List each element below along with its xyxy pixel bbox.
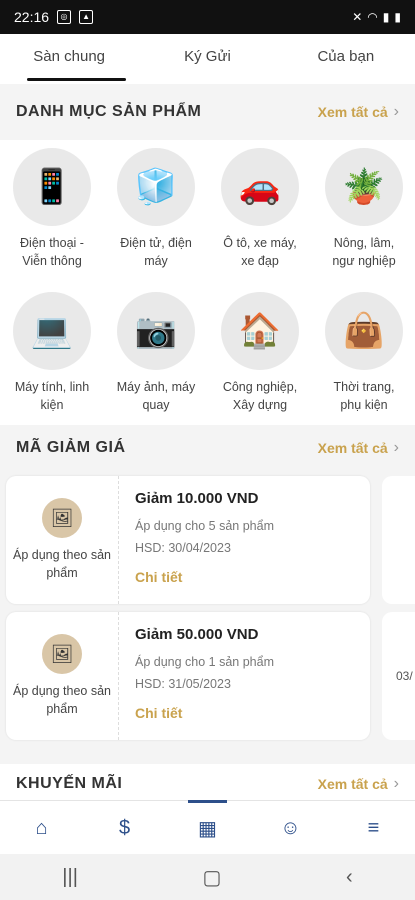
see-all-vouchers-link[interactable]: Xem tất cả ›	[318, 439, 399, 457]
promotions-header: KHUYẾN MÃI Xem tất cả ›	[0, 764, 415, 804]
category-item[interactable]: 🪴 Nông, lâm, ngư nghiệp	[312, 148, 415, 270]
tab-ky-gui[interactable]: Ký Gửi	[138, 34, 276, 84]
notification-icon: ◎	[57, 10, 72, 24]
wifi-icon: ◠	[367, 10, 378, 24]
signal-icon: ▮	[382, 10, 390, 24]
voucher-info: Giảm 50.000 VND Áp dụng cho 1 sản phẩm H…	[119, 612, 370, 740]
status-bar: 22:16 ◎ ▲ ✕ ◠ ▮ ▮	[0, 0, 415, 34]
category-item[interactable]: 📱 Điện thoại - Viễn thông	[0, 148, 104, 270]
top-tabs: Sàn chung Ký Gửi Của bạn	[0, 34, 415, 84]
section-title: KHUYẾN MÃI	[16, 775, 123, 792]
voucher-apply-type: Áp dụng theo sản phẩm	[13, 548, 111, 580]
category-label: Nông, lâm, ngư nghiệp	[332, 236, 396, 268]
category-grid: 📱 Điện thoại - Viễn thông 🧊 Điện tử, điện…	[0, 140, 415, 425]
category-label: Điện tử, điện máy	[120, 236, 192, 268]
voucher-peek-text: 03/	[396, 669, 413, 683]
air-conditioner-icon: 🧊	[117, 148, 195, 226]
category-item[interactable]: 📷 Máy ảnh, máy quay	[104, 292, 208, 414]
laptop-icon: 💻	[13, 292, 91, 370]
voucher-left: 🖼 Áp dụng theo sản phẩm	[6, 476, 119, 604]
section-title: MÃ GIẢM GIÁ	[16, 439, 126, 456]
camera-icon: 📷	[117, 292, 195, 370]
back-icon[interactable]: ‹	[346, 866, 353, 889]
voucher-card[interactable]: 🖼 Áp dụng theo sản phẩm Giảm 10.000 VND …	[6, 476, 370, 604]
see-all-label: Xem tất cả	[317, 440, 388, 456]
tab-cua-ban[interactable]: Của bạn	[277, 34, 415, 84]
vouchers-header: MÃ GIẢM GIÁ Xem tất cả ›	[0, 428, 415, 468]
chevron-right-icon: ›	[393, 775, 399, 792]
voucher-detail-link[interactable]: Chi tiết	[135, 569, 354, 585]
voucher-amount: Giảm 50.000 VND	[135, 626, 259, 643]
voucher-detail-link[interactable]: Chi tiết	[135, 705, 354, 721]
product-thumbnail-icon: 🖼	[42, 498, 82, 538]
people-icon[interactable]: ☺	[249, 801, 332, 855]
gallery-icon: ▲	[79, 10, 94, 24]
mute-icon: ✕	[352, 10, 363, 24]
category-item[interactable]: 💻 Máy tính, linh kiện	[0, 292, 104, 414]
chevron-right-icon: ›	[393, 439, 399, 456]
see-all-promotions-link[interactable]: Xem tất cả ›	[318, 775, 399, 793]
category-label: Điện thoại - Viễn thông	[20, 236, 84, 268]
product-thumbnail-icon: 🖼	[42, 634, 82, 674]
menu-icon[interactable]: ≡	[332, 801, 415, 855]
voucher-card-next[interactable]	[382, 476, 415, 604]
see-all-label: Xem tất cả	[317, 776, 388, 792]
tab-san-chung[interactable]: Sàn chung	[0, 34, 138, 84]
plant-icon: 🪴	[325, 148, 403, 226]
category-label: Máy tính, linh kiện	[14, 380, 90, 412]
coin-icon[interactable]: $	[83, 801, 166, 855]
voucher-scope: Áp dụng cho 5 sản phẩm	[135, 519, 274, 533]
phone-icon: 📱	[13, 148, 91, 226]
voucher-left: 🖼 Áp dụng theo sản phẩm	[6, 612, 119, 740]
category-item[interactable]: 👜 Thời trang, phụ kiện	[312, 292, 415, 414]
home-icon[interactable]: ⌂	[0, 801, 83, 855]
category-item[interactable]: 🧊 Điện tử, điện máy	[104, 148, 208, 270]
section-title: DANH MỤC SẢN PHẨM	[16, 103, 202, 120]
category-label: Công nghiệp, Xây dựng	[222, 380, 298, 412]
voucher-apply-type: Áp dụng theo sản phẩm	[13, 684, 111, 716]
fashion-icon: 👜	[325, 292, 403, 370]
category-item[interactable]: 🏠 Công nghiệp, Xây dựng	[208, 292, 312, 414]
category-item[interactable]: 🚗 Ô tô, xe máy, xe đạp	[208, 148, 312, 270]
system-navigation: ||| ▢ ‹	[0, 854, 415, 900]
voucher-scope: Áp dụng cho 1 sản phẩm	[135, 655, 274, 669]
voucher-card-next[interactable]: 03/	[382, 612, 415, 740]
home-button-icon[interactable]: ▢	[203, 865, 222, 890]
voucher-amount: Giảm 10.000 VND	[135, 490, 259, 507]
bottom-navigation: ⌂ $ ▦ ☺ ≡	[0, 800, 415, 855]
status-time: 22:16	[14, 9, 50, 25]
store-icon[interactable]: ▦	[166, 800, 249, 855]
house-icon: 🏠	[221, 292, 299, 370]
see-all-label: Xem tất cả	[317, 104, 388, 120]
category-label: Máy ảnh, máy quay	[116, 380, 196, 412]
chevron-right-icon: ›	[393, 103, 399, 120]
recent-apps-icon[interactable]: |||	[62, 866, 78, 889]
voucher-expiry: HSD: 30/04/2023	[135, 541, 231, 555]
category-label: Thời trang, phụ kiện	[333, 380, 395, 412]
battery-icon: ▮	[394, 10, 401, 24]
voucher-info: Giảm 10.000 VND Áp dụng cho 5 sản phẩm H…	[119, 476, 370, 604]
car-icon: 🚗	[221, 148, 299, 226]
see-all-categories-link[interactable]: Xem tất cả ›	[318, 103, 399, 121]
categories-header: DANH MỤC SẢN PHẨM Xem tất cả ›	[0, 92, 415, 132]
category-label: Ô tô, xe máy, xe đạp	[223, 236, 297, 268]
voucher-card[interactable]: 🖼 Áp dụng theo sản phẩm Giảm 50.000 VND …	[6, 612, 370, 740]
voucher-expiry: HSD: 31/05/2023	[135, 677, 231, 691]
